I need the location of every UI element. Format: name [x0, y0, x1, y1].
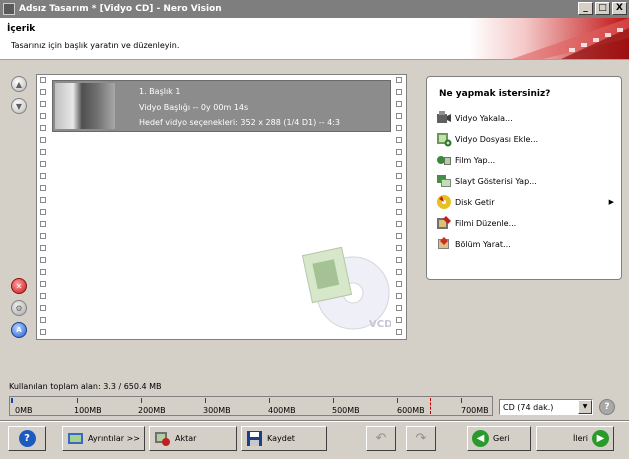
- title-settings: Hedef vidyo seçenekleri: 352 x 288 (1/4 …: [139, 118, 340, 127]
- help-button[interactable]: ?: [8, 426, 46, 451]
- back-label: Geri: [493, 434, 510, 443]
- back-arrow-icon: ◀: [472, 430, 489, 447]
- footer-divider: [0, 420, 629, 422]
- film-icon: [437, 156, 451, 165]
- svg-text:VCD: VCD: [369, 319, 391, 330]
- window-controls: _ □ X: [578, 2, 627, 15]
- title-bar: Adsız Tasarım * [Vidyo CD] - Nero Vision…: [0, 0, 629, 18]
- capacity-tick: 0MB: [15, 406, 33, 415]
- task-make-movie[interactable]: Film Yap...: [436, 152, 616, 168]
- redo-icon: ↷: [415, 431, 427, 446]
- arrow-up-icon: ▲: [15, 79, 23, 89]
- redo-button[interactable]: ↷: [406, 426, 436, 451]
- disc-type-select[interactable]: CD (74 dak.) ▼: [499, 399, 593, 415]
- capacity-tick: 600MB: [397, 406, 425, 415]
- page-header: İçerik Tasarınız için başlık yaratın ve …: [0, 18, 629, 60]
- add-video-icon: [437, 133, 452, 147]
- capacity-fill: [11, 398, 14, 403]
- task-create-chapters[interactable]: Bölüm Yarat...: [436, 236, 616, 252]
- export-icon: [155, 432, 170, 446]
- capacity-bar: 0MB 100MB 200MB 300MB 400MB 500MB 600MB …: [9, 396, 493, 416]
- capacity-tick: 200MB: [138, 406, 166, 415]
- undo-button[interactable]: ↶: [366, 426, 396, 451]
- title-list[interactable]: 1. Başlık 1 Vidyo Başlığı -- 0y 00m 14s …: [36, 74, 407, 340]
- task-label: Vidyo Dosyası Ekle...: [455, 134, 539, 144]
- export-label: Aktar: [175, 434, 197, 443]
- title-thumbnail: [55, 83, 115, 129]
- title-duration: Vidyo Başlığı -- 0y 00m 14s: [139, 103, 249, 112]
- minimize-button[interactable]: _: [578, 2, 593, 15]
- capacity-tick: 300MB: [203, 406, 231, 415]
- auto-icon: A: [16, 326, 22, 334]
- task-panel: Ne yapmak istersiniz? Vidyo Yakala... Vi…: [426, 76, 622, 280]
- task-label: Bölüm Yarat...: [455, 239, 511, 249]
- task-make-slideshow[interactable]: Slayt Gösterisi Yap...: [436, 173, 616, 189]
- save-label: Kaydet: [267, 434, 295, 443]
- task-label: Film Yap...: [455, 155, 496, 165]
- page-title: İçerik: [7, 24, 36, 34]
- capacity-tick: 100MB: [74, 406, 102, 415]
- window-title: Adsız Tasarım * [Vidyo CD] - Nero Vision: [19, 4, 222, 14]
- delete-icon: ✕: [15, 281, 23, 291]
- gear-icon: ⚙: [15, 303, 23, 313]
- details-icon: [68, 433, 83, 444]
- app-icon: [3, 3, 15, 15]
- camera-icon: [437, 111, 451, 123]
- film-perforations-left: [40, 77, 48, 339]
- capacity-tick: 500MB: [332, 406, 360, 415]
- header-film-decoration: [469, 18, 629, 59]
- task-edit-movie[interactable]: Filmi Düzenle...: [436, 215, 616, 231]
- vcd-watermark-icon: VCD: [301, 246, 391, 330]
- task-label: Slayt Gösterisi Yap...: [455, 176, 537, 186]
- title-name: 1. Başlık 1: [139, 87, 181, 96]
- save-button[interactable]: Kaydet: [241, 426, 327, 451]
- back-button[interactable]: ◀ Geri: [467, 426, 531, 451]
- details-button[interactable]: Ayrıntılar >>: [62, 426, 145, 451]
- task-capture-video[interactable]: Vidyo Yakala...: [436, 110, 616, 126]
- submenu-arrow-icon: ▶: [608, 198, 614, 206]
- task-label: Filmi Düzenle...: [455, 218, 517, 228]
- task-add-video-file[interactable]: Vidyo Dosyası Ekle...: [436, 131, 616, 147]
- task-panel-heading: Ne yapmak istersiniz?: [439, 89, 551, 99]
- task-label: Disk Getir: [455, 197, 495, 207]
- floppy-icon: [247, 431, 262, 446]
- next-label: İleri: [572, 434, 588, 443]
- help-icon: ?: [18, 430, 36, 447]
- film-perforations-right: [396, 77, 404, 339]
- undo-icon: ↶: [375, 431, 387, 446]
- chapter-icon: [438, 237, 449, 249]
- task-label: Vidyo Yakala...: [455, 113, 513, 123]
- disc-type-value: CD (74 dak.): [503, 402, 554, 412]
- task-load-disc[interactable]: Disk Getir ▶: [436, 194, 616, 210]
- settings-button[interactable]: ⚙: [11, 300, 27, 316]
- page-subtitle: Tasarınız için başlık yaratın ve düzenle…: [11, 41, 180, 50]
- details-label: Ayrıntılar >>: [88, 434, 140, 443]
- export-button[interactable]: Aktar: [149, 426, 237, 451]
- capacity-tick: 700MB: [461, 406, 489, 415]
- auto-button[interactable]: A: [11, 322, 27, 338]
- close-button[interactable]: X: [612, 2, 627, 15]
- next-button[interactable]: İleri ▶: [536, 426, 614, 451]
- move-up-button[interactable]: ▲: [11, 76, 27, 92]
- maximize-button[interactable]: □: [595, 2, 610, 15]
- disc-icon: [437, 195, 451, 209]
- delete-button[interactable]: ✕: [11, 278, 27, 294]
- move-down-button[interactable]: ▼: [11, 98, 27, 114]
- used-space-label: Kullanılan toplam alan: 3.3 / 650.4 MB: [9, 382, 162, 391]
- arrow-down-icon: ▼: [15, 101, 23, 111]
- capacity-help-icon[interactable]: ?: [599, 399, 615, 415]
- chevron-down-icon[interactable]: ▼: [578, 400, 592, 414]
- capacity-tick: 400MB: [268, 406, 296, 415]
- slideshow-icon: [437, 175, 451, 187]
- title-entry[interactable]: 1. Başlık 1 Vidyo Başlığı -- 0y 00m 14s …: [52, 80, 391, 132]
- next-arrow-icon: ▶: [592, 430, 609, 447]
- edit-film-icon: [437, 216, 451, 229]
- capacity-limit-marker: [430, 398, 431, 414]
